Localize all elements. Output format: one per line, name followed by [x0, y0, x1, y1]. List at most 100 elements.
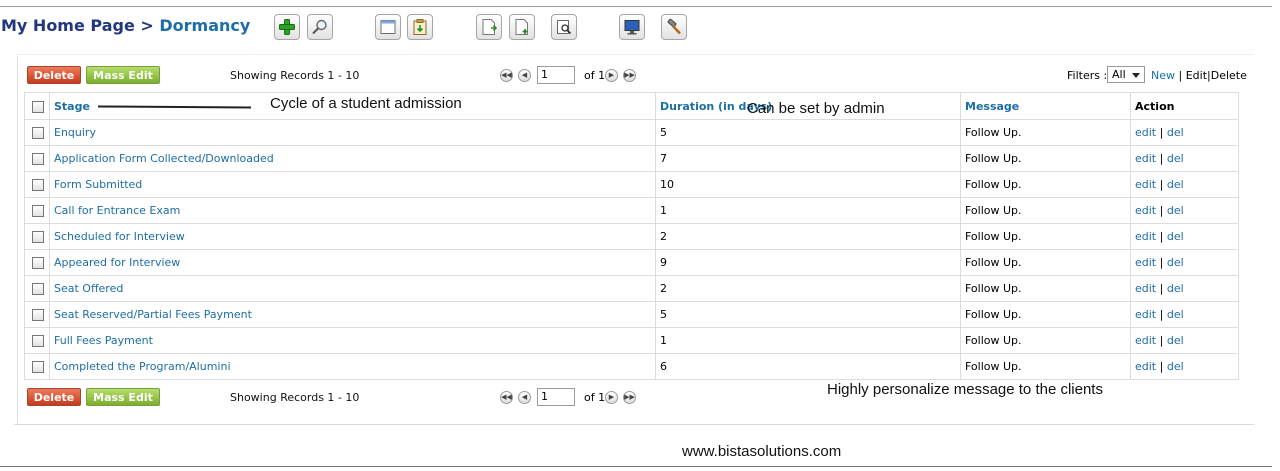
stage-link[interactable]: Enquiry: [54, 126, 96, 139]
bottom-divider: [0, 466, 1272, 467]
edit-link[interactable]: edit: [1135, 178, 1156, 191]
message-cell: Follow Up.: [960, 171, 1131, 198]
next-page-icon[interactable]: ▶: [605, 391, 618, 404]
duration-cell: 6: [655, 353, 961, 380]
duration-cell: 2: [655, 275, 961, 302]
del-link[interactable]: del: [1167, 334, 1184, 347]
search-icon[interactable]: [307, 14, 333, 40]
edit-link[interactable]: edit: [1135, 204, 1156, 217]
action-cell: edit | del: [1130, 171, 1239, 198]
website-caption: www.bistasolutions.com: [682, 443, 842, 460]
action-separator: |: [1159, 360, 1164, 373]
stage-link[interactable]: Full Fees Payment: [54, 334, 153, 347]
message-cell: Follow Up.: [960, 249, 1131, 276]
edit-link[interactable]: edit: [1135, 152, 1156, 165]
table-row: Scheduled for Interview 2 Follow Up. edit |…: [24, 223, 1239, 250]
stage-cell: Completed the Program/Alumini: [49, 353, 656, 380]
first-page-icon[interactable]: ◀◀: [500, 391, 513, 404]
stage-link[interactable]: Seat Reserved/Partial Fees Payment: [54, 308, 252, 321]
window-icon[interactable]: [375, 14, 401, 40]
stage-link[interactable]: Appeared for Interview: [54, 256, 180, 269]
edit-link[interactable]: edit: [1135, 282, 1156, 295]
edit-link[interactable]: edit: [1135, 126, 1156, 139]
stage-sort-link[interactable]: Stage: [54, 100, 90, 113]
last-page-icon[interactable]: ▶▶: [623, 69, 636, 82]
row-checkbox[interactable]: [32, 283, 44, 295]
prev-page-icon[interactable]: ◀: [518, 391, 531, 404]
page-count: of 1: [584, 69, 606, 82]
next-page-icon[interactable]: ▶: [605, 69, 618, 82]
stage-link[interactable]: Application Form Collected/Downloaded: [54, 152, 274, 165]
filter-new-link[interactable]: New: [1151, 69, 1175, 82]
page: My Home Page > Dormancy Delete Mass Edit…: [0, 0, 1280, 471]
action-separator: |: [1159, 152, 1164, 165]
export-icon[interactable]: [476, 14, 502, 40]
edit-link[interactable]: edit: [1135, 334, 1156, 347]
table-row: Appeared for Interview 9 Follow Up. edit | …: [24, 249, 1239, 276]
row-select-cell: [24, 197, 50, 224]
message-sort-link[interactable]: Message: [965, 100, 1019, 113]
filters-select[interactable]: All: [1107, 66, 1145, 83]
filters-selected: All: [1112, 68, 1126, 81]
filter-edit-link[interactable]: Edit: [1186, 69, 1207, 82]
monitor-icon[interactable]: [619, 14, 645, 40]
del-link[interactable]: del: [1167, 204, 1184, 217]
edit-link[interactable]: edit: [1135, 360, 1156, 373]
row-checkbox[interactable]: [32, 257, 44, 269]
settings-hammer-icon[interactable]: [661, 14, 687, 40]
duration-cell: 5: [655, 301, 961, 328]
delete-button[interactable]: Delete: [27, 66, 81, 84]
mass-edit-button[interactable]: Mass Edit: [86, 66, 160, 84]
breadcrumb-home-link[interactable]: My Home Page: [1, 16, 135, 35]
add-icon[interactable]: [274, 14, 300, 40]
mass-edit-button-bottom[interactable]: Mass Edit: [86, 388, 160, 406]
stage-link[interactable]: Scheduled for Interview: [54, 230, 185, 243]
del-link[interactable]: del: [1167, 178, 1184, 191]
prev-page-icon[interactable]: ◀: [518, 69, 531, 82]
stage-link[interactable]: Seat Offered: [54, 282, 123, 295]
row-checkbox[interactable]: [32, 231, 44, 243]
find-duplicates-icon[interactable]: [551, 14, 577, 40]
edit-link[interactable]: edit: [1135, 230, 1156, 243]
stage-link[interactable]: Form Submitted: [54, 178, 142, 191]
duration-cell: 7: [655, 145, 961, 172]
filter-delete-link[interactable]: Delete: [1211, 69, 1247, 82]
panel-bottom-divider: [14, 424, 1254, 425]
first-page-icon[interactable]: ◀◀: [500, 69, 513, 82]
export-alt-icon[interactable]: [509, 14, 535, 40]
del-link[interactable]: del: [1167, 308, 1184, 321]
row-select-cell: [24, 171, 50, 198]
select-all-checkbox[interactable]: [32, 100, 44, 113]
del-link[interactable]: del: [1167, 282, 1184, 295]
stage-cell: Seat Offered: [49, 275, 656, 302]
row-select-cell: [24, 223, 50, 250]
del-link[interactable]: del: [1167, 230, 1184, 243]
row-select-cell: [24, 275, 50, 302]
row-checkbox[interactable]: [32, 309, 44, 321]
last-page-icon[interactable]: ▶▶: [623, 391, 636, 404]
row-checkbox[interactable]: [32, 127, 44, 139]
action-separator: |: [1159, 256, 1164, 269]
page-number-input[interactable]: 1: [537, 66, 575, 84]
row-checkbox[interactable]: [32, 153, 44, 165]
page-number-input-bottom[interactable]: 1: [537, 388, 575, 406]
row-checkbox[interactable]: [32, 205, 44, 217]
edit-link[interactable]: edit: [1135, 256, 1156, 269]
stage-link[interactable]: Call for Entrance Exam: [54, 204, 180, 217]
row-checkbox[interactable]: [32, 179, 44, 191]
table-row: Seat Offered 2 Follow Up. edit | del: [24, 275, 1239, 302]
stage-cell: Form Submitted: [49, 171, 656, 198]
del-link[interactable]: del: [1167, 126, 1184, 139]
del-link[interactable]: del: [1167, 360, 1184, 373]
import-icon[interactable]: [407, 14, 433, 40]
edit-link[interactable]: edit: [1135, 308, 1156, 321]
row-checkbox[interactable]: [32, 335, 44, 347]
row-checkbox[interactable]: [32, 361, 44, 373]
stage-cell: Scheduled for Interview: [49, 223, 656, 250]
delete-button-bottom[interactable]: Delete: [27, 388, 81, 406]
del-link[interactable]: del: [1167, 152, 1184, 165]
del-link[interactable]: del: [1167, 256, 1184, 269]
stage-link[interactable]: Completed the Program/Alumini: [54, 360, 231, 373]
page-count-bottom: of 1: [584, 391, 606, 404]
filter-separator: |: [1178, 69, 1183, 82]
